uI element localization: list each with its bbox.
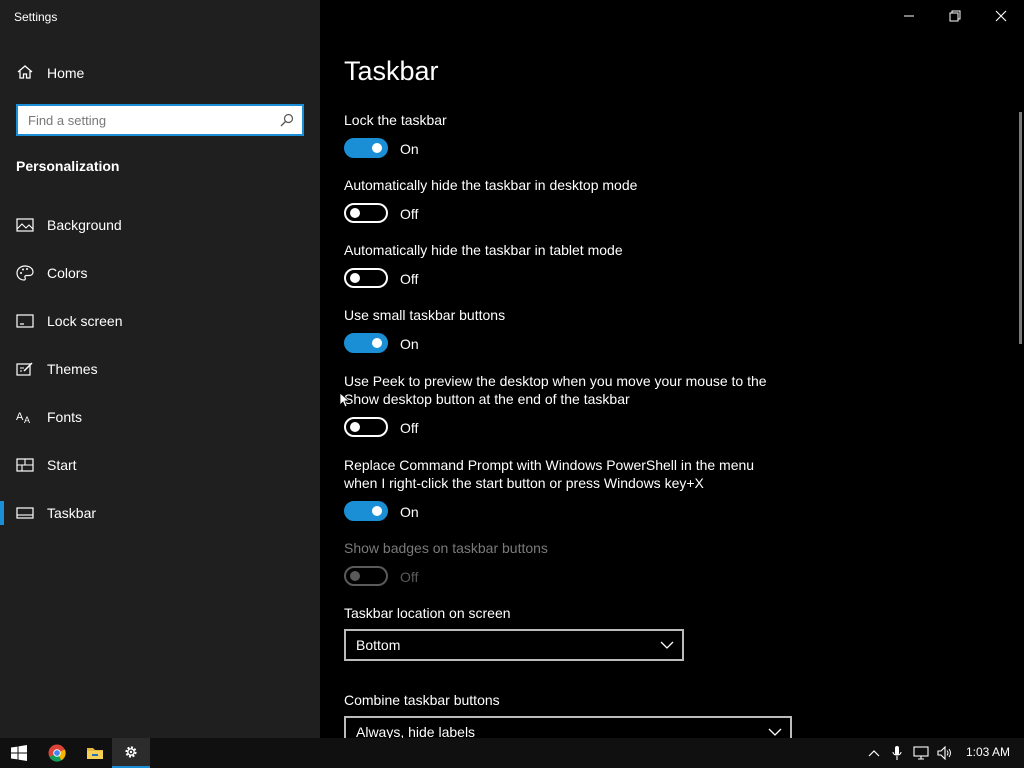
toggle-knob bbox=[350, 273, 360, 283]
close-button[interactable] bbox=[978, 0, 1024, 32]
sidebar-item-label: Lock screen bbox=[47, 313, 123, 329]
sidebar-item-label: Background bbox=[47, 217, 122, 233]
chrome-taskbar-button[interactable] bbox=[38, 738, 76, 768]
settings-taskbar-button[interactable] bbox=[112, 738, 150, 768]
toggle-knob bbox=[372, 143, 382, 153]
background-icon bbox=[16, 218, 34, 232]
network-icon bbox=[913, 746, 929, 760]
toggle-knob bbox=[350, 571, 360, 581]
sidebar-item-taskbar[interactable]: Taskbar bbox=[0, 493, 320, 533]
home-label: Home bbox=[47, 65, 85, 81]
sidebar: Settings Home Personalization Background… bbox=[0, 0, 320, 738]
setting-label-badges: Show badges on taskbar buttons bbox=[344, 540, 548, 556]
minimize-button[interactable] bbox=[886, 0, 932, 32]
setting-label-lock-taskbar: Lock the taskbar bbox=[344, 112, 447, 128]
lock-screen-icon bbox=[16, 314, 34, 328]
microphone-icon bbox=[892, 746, 902, 760]
toggle-state-text: On bbox=[400, 504, 419, 520]
sidebar-item-label: Fonts bbox=[47, 409, 83, 425]
restore-icon bbox=[949, 10, 961, 22]
start-button[interactable] bbox=[0, 738, 38, 768]
location-dropdown[interactable]: Bottom bbox=[344, 629, 684, 661]
app-title: Settings bbox=[14, 10, 58, 24]
svg-text:A: A bbox=[16, 411, 24, 423]
sidebar-item-label: Colors bbox=[47, 265, 88, 281]
toggle-knob bbox=[372, 506, 382, 516]
dropdown-value: Bottom bbox=[356, 637, 401, 653]
sidebar-item-label: Themes bbox=[47, 361, 98, 377]
sidebar-item-background[interactable]: Background bbox=[0, 205, 320, 245]
toggle-badges bbox=[344, 566, 388, 586]
palette-icon bbox=[16, 265, 34, 281]
setting-label-autohide-desktop: Automatically hide the taskbar in deskto… bbox=[344, 177, 638, 193]
start-icon bbox=[16, 458, 34, 472]
settings-gear-icon bbox=[125, 746, 137, 758]
setting-label-small-buttons: Use small taskbar buttons bbox=[344, 307, 506, 323]
toggle-state-text: Off bbox=[400, 420, 419, 436]
toggle-peek[interactable] bbox=[344, 417, 388, 437]
volume-icon bbox=[937, 746, 951, 760]
search-box[interactable] bbox=[16, 104, 304, 136]
sidebar-item-fonts[interactable]: AA Fonts bbox=[0, 397, 320, 437]
dropdown-value: Always, hide labels bbox=[356, 724, 476, 738]
chevron-down-icon bbox=[768, 728, 782, 736]
chevron-up-icon bbox=[868, 750, 880, 757]
taskbar-clock[interactable]: 1:03 AM bbox=[966, 745, 1010, 759]
mouse-cursor-icon bbox=[339, 392, 349, 408]
setting-label-combine: Combine taskbar buttons bbox=[344, 692, 500, 708]
content-pane: Taskbar Lock the taskbar On Automaticall… bbox=[320, 0, 1024, 738]
toggle-knob bbox=[350, 208, 360, 218]
home-icon bbox=[17, 65, 33, 79]
toggle-knob bbox=[350, 422, 360, 432]
toggle-state-text: Off bbox=[400, 569, 419, 585]
setting-label-powershell: Replace Command Prompt with Windows Powe… bbox=[344, 457, 755, 491]
sidebar-item-label: Start bbox=[47, 457, 77, 473]
sidebar-item-colors[interactable]: Colors bbox=[0, 253, 320, 293]
toggle-state-text: Off bbox=[400, 206, 419, 222]
sidebar-item-start[interactable]: Start bbox=[0, 445, 320, 485]
sidebar-item-themes[interactable]: Themes bbox=[0, 349, 320, 389]
restore-button[interactable] bbox=[932, 0, 978, 32]
sidebar-item-label: Taskbar bbox=[47, 505, 97, 521]
search-icon[interactable] bbox=[280, 113, 294, 127]
taskbar-icon bbox=[16, 507, 34, 519]
toggle-state-text: On bbox=[400, 141, 419, 157]
microphone-tray-button[interactable] bbox=[888, 738, 906, 768]
minimize-icon bbox=[904, 15, 914, 17]
taskbar: 1:03 AM bbox=[0, 738, 1024, 768]
home-nav-item[interactable]: Home bbox=[0, 58, 320, 88]
show-hidden-icons-button[interactable] bbox=[864, 738, 884, 768]
setting-label-autohide-tablet: Automatically hide the taskbar in tablet… bbox=[344, 242, 623, 258]
toggle-knob bbox=[372, 338, 382, 348]
setting-label-location: Taskbar location on screen bbox=[344, 605, 511, 621]
combine-dropdown[interactable]: Always, hide labels bbox=[344, 716, 792, 738]
section-title: Personalization bbox=[16, 158, 120, 174]
file-explorer-taskbar-button[interactable] bbox=[76, 738, 114, 768]
toggle-small-buttons[interactable] bbox=[344, 333, 388, 353]
toggle-state-text: Off bbox=[400, 271, 419, 287]
chrome-icon bbox=[48, 744, 66, 762]
chevron-down-icon bbox=[660, 641, 674, 649]
toggle-autohide-desktop[interactable] bbox=[344, 203, 388, 223]
file-explorer-icon bbox=[87, 748, 103, 759]
setting-label-peek: Use Peek to preview the desktop when you… bbox=[344, 373, 767, 407]
search-input[interactable] bbox=[18, 106, 276, 134]
close-icon bbox=[995, 10, 1007, 22]
windows-start-icon bbox=[11, 745, 27, 761]
toggle-state-text: On bbox=[400, 336, 419, 352]
scrollbar[interactable] bbox=[1019, 112, 1022, 344]
sidebar-item-lock-screen[interactable]: Lock screen bbox=[0, 301, 320, 341]
svg-text:A: A bbox=[24, 415, 30, 425]
volume-tray-button[interactable] bbox=[934, 738, 956, 768]
page-title: Taskbar bbox=[344, 56, 439, 86]
fonts-icon: AA bbox=[16, 411, 30, 425]
toggle-lock-taskbar[interactable] bbox=[344, 138, 388, 158]
themes-icon bbox=[16, 362, 33, 376]
toggle-autohide-tablet[interactable] bbox=[344, 268, 388, 288]
toggle-powershell[interactable] bbox=[344, 501, 388, 521]
network-tray-button[interactable] bbox=[910, 738, 932, 768]
